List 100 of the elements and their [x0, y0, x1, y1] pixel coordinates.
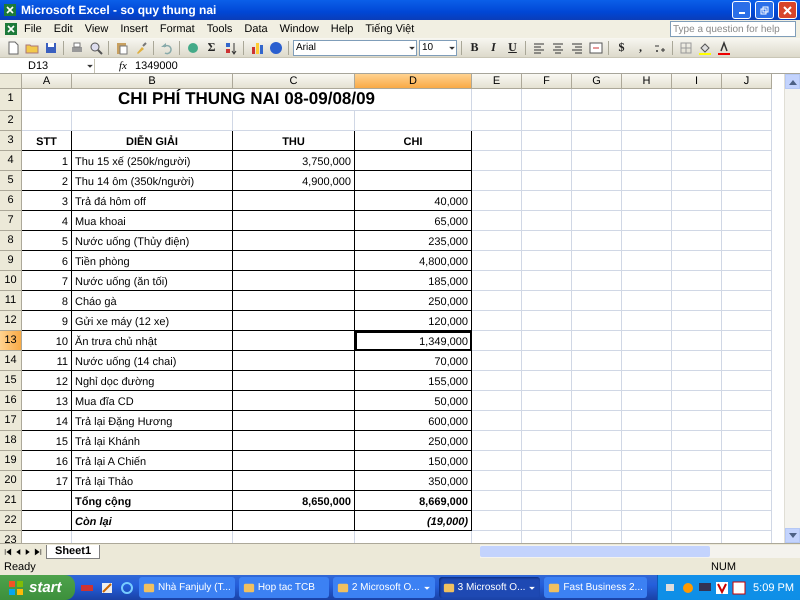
- row-header[interactable]: 21: [0, 491, 22, 511]
- menu-item[interactable]: Insert: [114, 22, 154, 36]
- row-header[interactable]: 6: [0, 191, 22, 211]
- table-cell: 5: [22, 231, 72, 251]
- empty-cell: [672, 411, 722, 431]
- table-cell: 155,000: [355, 371, 472, 391]
- empty-cell: [572, 131, 622, 151]
- row-header[interactable]: 12: [0, 311, 22, 331]
- comma-button[interactable]: ,: [632, 39, 649, 56]
- table-cell: 10: [22, 331, 72, 351]
- taskbar-button[interactable]: Fast Business 2...: [544, 577, 647, 598]
- column-header[interactable]: J: [722, 74, 772, 89]
- help-search-field[interactable]: Type a question for help: [670, 21, 796, 37]
- quick-launch-icon[interactable]: [119, 580, 135, 596]
- menu-item[interactable]: Help: [324, 22, 360, 36]
- autosum-button[interactable]: Σ: [203, 39, 220, 56]
- menu-item[interactable]: File: [18, 22, 48, 36]
- row-header[interactable]: 22: [0, 511, 22, 531]
- taskbar-button[interactable]: Nhà Fanjuly (T...: [139, 577, 235, 598]
- help-button[interactable]: [267, 39, 284, 56]
- start-button[interactable]: start: [0, 575, 75, 600]
- row-header[interactable]: 15: [0, 371, 22, 391]
- num-lock-indicator: NUM: [710, 561, 736, 573]
- column-header[interactable]: F: [522, 74, 572, 89]
- empty-cell: [572, 311, 622, 331]
- document-icon: [6, 40, 20, 54]
- taskbar-button[interactable]: Hop tac TCB: [238, 577, 329, 598]
- column-header[interactable]: A: [22, 74, 72, 89]
- currency-button[interactable]: $: [613, 39, 630, 56]
- formula-field[interactable]: 1349000: [134, 60, 178, 72]
- empty-cell: [672, 311, 722, 331]
- sheet-tab[interactable]: Sheet1: [46, 544, 100, 558]
- row-header[interactable]: 1: [0, 89, 22, 111]
- empty-cell: [522, 291, 572, 311]
- empty-cell: [622, 511, 672, 531]
- table-cell: Tổng cộng: [72, 491, 233, 511]
- row-header[interactable]: 18: [0, 431, 22, 451]
- table-cell: 185,000: [355, 271, 472, 291]
- row-header[interactable]: 10: [0, 271, 22, 291]
- menu-item[interactable]: Edit: [48, 22, 79, 36]
- empty-cell: [572, 491, 622, 511]
- row-header[interactable]: 5: [0, 171, 22, 191]
- row-header[interactable]: 3: [0, 131, 22, 151]
- empty-cell: [472, 291, 522, 311]
- font-name-field[interactable]: Arial: [293, 40, 417, 56]
- bold-button[interactable]: B: [466, 39, 483, 56]
- borders-icon: [678, 40, 692, 54]
- menu-item[interactable]: Data: [238, 22, 274, 36]
- column-header-cell: CHI: [355, 131, 472, 151]
- column-header[interactable]: I: [672, 74, 722, 89]
- row-header[interactable]: 13: [0, 331, 22, 351]
- horizontal-scrollbar[interactable]: [480, 545, 800, 558]
- font-size-field[interactable]: 10: [419, 40, 457, 56]
- align-center-icon: [550, 40, 564, 54]
- font-color-button[interactable]: [715, 39, 732, 56]
- column-header[interactable]: C: [233, 74, 355, 89]
- column-header[interactable]: H: [622, 74, 672, 89]
- empty-cell: [722, 131, 772, 151]
- underline-button[interactable]: U: [504, 39, 521, 56]
- row-header[interactable]: 19: [0, 451, 22, 471]
- empty-cell: [722, 471, 772, 491]
- column-header[interactable]: B: [72, 74, 233, 89]
- row-header[interactable]: 23: [0, 531, 22, 543]
- previous-sheet-icon: [14, 548, 22, 556]
- row-header[interactable]: 7: [0, 211, 22, 231]
- column-header[interactable]: E: [472, 74, 522, 89]
- empty-cell: [472, 251, 522, 271]
- menu-item[interactable]: View: [78, 22, 114, 36]
- minimize-button[interactable]: [732, 1, 751, 19]
- row-header[interactable]: 17: [0, 411, 22, 431]
- taskbar-button[interactable]: 3 Microsoft O...: [438, 577, 540, 598]
- row-header[interactable]: 11: [0, 291, 22, 311]
- restore-button[interactable]: [755, 1, 774, 19]
- row-header[interactable]: 20: [0, 471, 22, 491]
- taskbar-button[interactable]: 2 Microsoft O...: [332, 577, 435, 598]
- empty-cell: [572, 271, 622, 291]
- function-button[interactable]: fx: [119, 60, 127, 72]
- row-header[interactable]: 9: [0, 251, 22, 271]
- column-header[interactable]: D: [355, 74, 472, 89]
- empty-cell: [722, 491, 772, 511]
- row-header[interactable]: 16: [0, 391, 22, 411]
- menu-item[interactable]: Format: [154, 22, 201, 36]
- row-header[interactable]: 8: [0, 231, 22, 251]
- menu-item[interactable]: Tiếng Việt: [359, 22, 420, 36]
- column-header[interactable]: G: [572, 74, 622, 89]
- column-header-cell: DIỄN GIẢI: [72, 131, 233, 151]
- column-header-cell: THU: [233, 131, 355, 151]
- vertical-scrollbar[interactable]: [784, 74, 800, 543]
- row-header[interactable]: 14: [0, 351, 22, 371]
- row-header[interactable]: 2: [0, 111, 22, 131]
- row-header[interactable]: 4: [0, 151, 22, 171]
- menu-item[interactable]: Window: [274, 22, 325, 36]
- clock-text: 5:09 PM: [753, 582, 794, 594]
- close-button[interactable]: [778, 1, 797, 19]
- scroll-down-icon: [788, 532, 796, 538]
- menu-item[interactable]: Tools: [200, 22, 238, 36]
- spreadsheet-icon: [3, 3, 17, 17]
- italic-button[interactable]: I: [485, 39, 502, 56]
- selected-cell[interactable]: 1,349,000: [355, 331, 472, 351]
- empty-cell: [622, 291, 672, 311]
